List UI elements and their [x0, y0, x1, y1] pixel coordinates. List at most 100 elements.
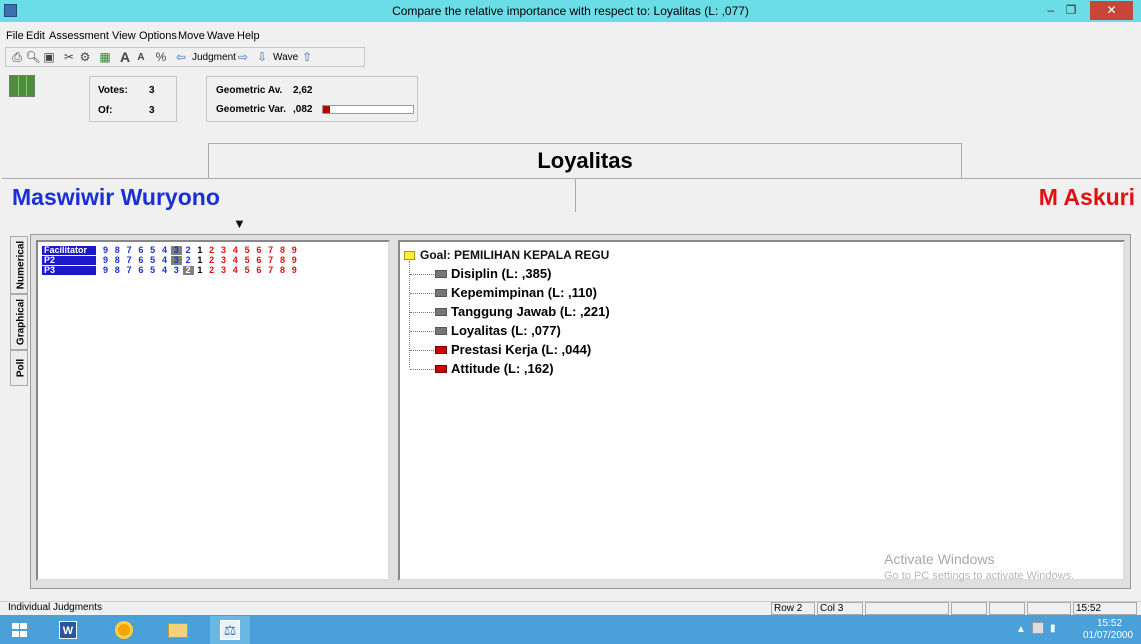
menu-options[interactable]: Options [139, 30, 177, 42]
left-element-name: Maswiwir Wuryono [12, 184, 220, 210]
judgment-scale-cell[interactable]: 7 [265, 266, 276, 275]
judgment-scale-cell[interactable]: 1 [194, 246, 205, 255]
tab-numerical[interactable]: Numerical [10, 236, 28, 294]
judgment-scale-cell[interactable]: 8 [112, 266, 123, 275]
geometric-var-value: ,082 [293, 104, 313, 115]
judgment-scale-cell[interactable]: 4 [159, 266, 170, 275]
judgment-scale-cell[interactable]: 1 [194, 256, 205, 265]
menu-wave[interactable]: Wave [207, 30, 235, 42]
taskbar-chrome[interactable] [104, 616, 144, 644]
judgment-scale-cell[interactable]: 5 [147, 256, 158, 265]
judgment-scale-cell[interactable]: 2 [183, 246, 194, 255]
judgment-scale-cell[interactable]: 9 [100, 266, 111, 275]
judgment-scale-cell[interactable]: 3 [218, 256, 229, 265]
tray-chevron-icon[interactable]: ▲ [1016, 624, 1026, 635]
judgment-scale-cell[interactable]: 9 [289, 256, 300, 265]
judgment-scale-cell[interactable]: 1 [194, 266, 205, 275]
menu-edit[interactable]: Edit [26, 30, 45, 42]
cut-icon[interactable]: ✂ [61, 50, 77, 65]
tree-branch-line [410, 350, 434, 351]
judgment-scale-cell[interactable]: 6 [135, 266, 146, 275]
wave-label[interactable]: Wave [273, 52, 298, 63]
judgment-scale-cell[interactable]: 2 [206, 246, 217, 255]
judgment-row-name[interactable]: P2 [42, 256, 96, 265]
grid-icon[interactable]: ▦ [97, 50, 113, 65]
judgment-scale-cell[interactable]: 8 [277, 256, 288, 265]
settings-icon[interactable]: ⚙ [77, 50, 93, 65]
taskbar-explorer[interactable] [158, 616, 198, 644]
goal-node[interactable]: Goal: PEMILIHAN KEPALA REGU [420, 248, 609, 262]
tab-poll[interactable]: Poll [10, 350, 28, 386]
print-icon[interactable]: ⎙ [9, 50, 25, 65]
font-larger-icon[interactable]: A [117, 50, 133, 65]
judgment-scale-cell[interactable]: 9 [289, 266, 300, 275]
judgment-row-name[interactable]: P3 [42, 266, 96, 275]
judgment-label[interactable]: Judgment [192, 52, 236, 63]
judgment-scale-cell[interactable]: 6 [253, 246, 264, 255]
maximize-button[interactable]: ❐ [1063, 3, 1079, 17]
judgment-scale-cell[interactable]: 3 [218, 246, 229, 255]
judgment-scale-cell[interactable]: 2 [206, 266, 217, 275]
judgment-scale-cell[interactable]: 3 [170, 256, 182, 265]
menu-move[interactable]: Move [178, 30, 205, 42]
judgment-scale-cell[interactable]: 4 [230, 256, 241, 265]
menu-assessment[interactable]: Assessment [49, 30, 109, 42]
arrow-left-icon[interactable]: ⇦ [173, 50, 189, 65]
arrow-right-icon[interactable]: ⇨ [235, 50, 251, 65]
taskbar-word[interactable]: W [48, 616, 88, 644]
start-button[interactable] [0, 616, 40, 644]
judgment-scale-cell[interactable]: 4 [159, 256, 170, 265]
judgment-scale-cell[interactable]: 7 [124, 246, 135, 255]
volume-icon[interactable]: ▮ [1050, 623, 1056, 634]
judgment-scale-cell[interactable]: 9 [100, 256, 111, 265]
print-preview-icon[interactable]: 🔍︎ [25, 50, 41, 65]
judgment-scale-cell[interactable]: 6 [253, 266, 264, 275]
judgment-scale-cell[interactable]: 2 [182, 266, 194, 275]
clock-date[interactable]: 01/07/2000 [1077, 630, 1139, 641]
judgment-scale-cell[interactable]: 7 [265, 246, 276, 255]
judgment-scale-cell[interactable]: 7 [124, 266, 135, 275]
arrow-down-icon[interactable]: ⇩ [254, 50, 270, 65]
judgment-scale-cell[interactable]: 7 [124, 256, 135, 265]
minimize-button[interactable]: – [1043, 3, 1059, 17]
judgment-scale-cell[interactable]: 8 [112, 256, 123, 265]
judgment-scale-cell[interactable]: 8 [277, 266, 288, 275]
judgment-scale-cell[interactable]: 2 [183, 256, 194, 265]
font-smaller-icon[interactable]: A [133, 50, 149, 65]
judgment-scale-cell[interactable]: 7 [265, 256, 276, 265]
judgment-scale-cell[interactable]: 3 [170, 246, 182, 255]
judgment-scale-cell[interactable]: 8 [277, 246, 288, 255]
network-warning-icon[interactable] [1032, 622, 1044, 634]
judgment-scale-cell[interactable]: 5 [242, 256, 253, 265]
menu-help[interactable]: Help [237, 30, 260, 42]
taskbar-expert-choice[interactable]: ⚖ [210, 616, 250, 644]
menu-view[interactable]: View [112, 30, 136, 42]
menu-file[interactable]: File [6, 30, 24, 42]
judgment-scale-cell[interactable]: 3 [218, 266, 229, 275]
judgment-scale-cell[interactable]: 9 [289, 246, 300, 255]
judgment-scale-cell[interactable]: 2 [206, 256, 217, 265]
judgment-scale-cell[interactable]: 5 [242, 266, 253, 275]
judgment-scale-cell[interactable]: 4 [230, 266, 241, 275]
judgment-scale-cell[interactable]: 5 [147, 266, 158, 275]
matrix-icon[interactable] [9, 75, 35, 97]
judgment-scale-cell[interactable]: 3 [171, 266, 182, 275]
save-icon[interactable]: ▣ [41, 50, 57, 65]
judgment-scale-cell[interactable]: 4 [159, 246, 170, 255]
judgment-scale-cell[interactable]: 5 [242, 246, 253, 255]
close-button[interactable]: ✕ [1090, 1, 1133, 20]
clock-time[interactable]: 15:52 [1082, 618, 1137, 629]
judgment-row-name[interactable]: Facilitator [42, 246, 96, 255]
judgment-scale-cell[interactable]: 9 [100, 246, 111, 255]
judgment-scale-cell[interactable]: 6 [135, 256, 146, 265]
arrow-up-icon[interactable]: ⇧ [299, 50, 315, 65]
judgment-scale-cell[interactable]: 6 [135, 246, 146, 255]
node-priority-icon [435, 346, 447, 354]
window-title: Compare the relative importance with res… [392, 4, 749, 18]
judgment-scale-cell[interactable]: 6 [253, 256, 264, 265]
judgment-scale-cell[interactable]: 5 [147, 246, 158, 255]
judgment-scale-cell[interactable]: 8 [112, 246, 123, 255]
format-icon[interactable]: % [153, 50, 169, 65]
tree-node-label: Attitude (L: ,162) [451, 361, 554, 376]
judgment-scale-cell[interactable]: 4 [230, 246, 241, 255]
